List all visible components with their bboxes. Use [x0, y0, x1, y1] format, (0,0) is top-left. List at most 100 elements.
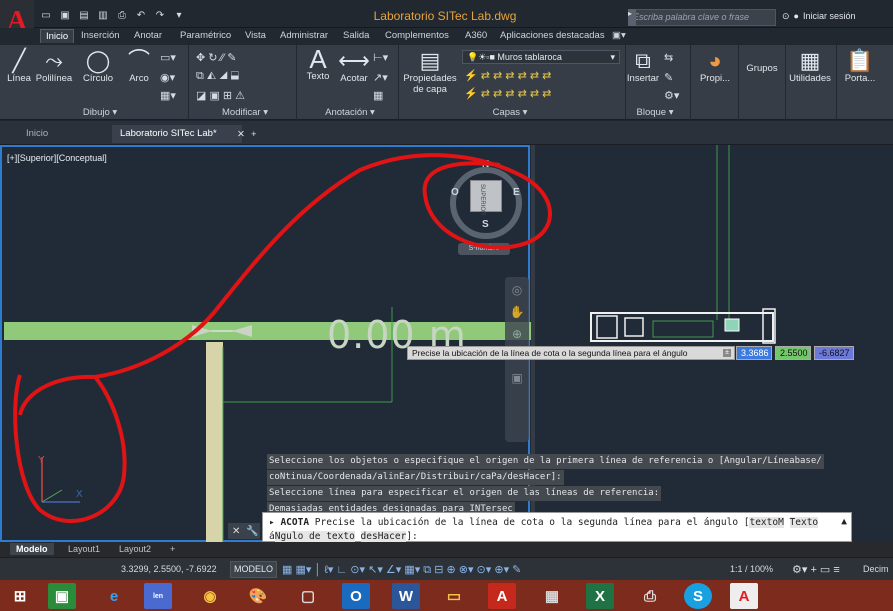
file-tab-laboratorio[interactable]: Laboratorio SITec Lab*	[112, 125, 242, 143]
table-icon[interactable]: ▦	[373, 89, 383, 102]
tab-layout1[interactable]: Layout1	[62, 543, 106, 555]
file-tab-inicio[interactable]: Inicio	[18, 125, 56, 143]
bloque-panel-label[interactable]: Bloque ▾	[620, 107, 690, 118]
tab-vista[interactable]: Vista	[245, 30, 266, 41]
search-arrow-icon[interactable]: ▸	[628, 9, 636, 26]
grid-icon[interactable]: ▦ ▦▾ │ ℓ▾ ∟ ⊙▾ ↖▾ ∠▾ ▦▾ ⧉ ⊟ ⊕ ⊗▾ ⊙▾ ⊕▾ ✎	[282, 563, 521, 577]
tab-a360[interactable]: A360	[465, 30, 487, 41]
autocad-icon[interactable]: A	[730, 583, 758, 609]
steeringwheel-icon[interactable]: ◎	[505, 283, 529, 297]
pan-icon[interactable]: ✋	[505, 305, 529, 319]
dyn-input-y[interactable]: 2.5500	[775, 346, 811, 360]
tab-aplicaciones[interactable]: Aplicaciones destacadas	[500, 30, 605, 41]
wcs-menu[interactable]: S-nombre	[458, 243, 510, 255]
linea-button[interactable]: ╱ Línea	[4, 49, 34, 85]
tab-complementos[interactable]: Complementos	[385, 30, 449, 41]
dyn-input-z[interactable]: -6.6827	[814, 346, 854, 360]
viewcube[interactable]: SUPERIOR	[470, 180, 502, 215]
wrench-icon[interactable]: 🔧	[246, 526, 258, 537]
store-icon[interactable]: ▣	[48, 583, 76, 609]
compass-o[interactable]: O	[451, 187, 459, 198]
showmotion-icon[interactable]: ▣	[505, 371, 529, 385]
search-input[interactable]: Escriba palabra clave o frase	[628, 9, 776, 26]
new-icon[interactable]: ▭	[38, 8, 54, 22]
utilidades-button[interactable]: ▦ Utilidades	[787, 49, 833, 85]
texto-button[interactable]: A Texto	[302, 46, 334, 82]
saveas-icon[interactable]: ▥	[95, 8, 111, 22]
open-icon[interactable]: ▣	[57, 8, 73, 22]
hatch-icon[interactable]: ◉▾	[160, 71, 175, 84]
option-angulo[interactable]: Ngulo de texto	[274, 531, 355, 542]
windows-start-icon[interactable]: ⊞	[6, 583, 34, 609]
command-line[interactable]: ▸ ACOTA Precise la ubicación de la línea…	[262, 512, 852, 542]
photos-icon[interactable]: ▢	[294, 583, 322, 609]
tab-anotar[interactable]: Anotar	[134, 30, 162, 41]
modificar-panel-label[interactable]: Modificar ▾	[205, 107, 285, 118]
tab-insercion[interactable]: Inserción	[81, 30, 120, 41]
capas-panel-label[interactable]: Capas ▾	[470, 107, 550, 118]
close-icon[interactable]: ✕	[232, 526, 240, 537]
acotar-button[interactable]: ⟷ Acotar	[336, 49, 372, 85]
undo-icon[interactable]: ↶	[133, 8, 149, 22]
layer-tools-icon[interactable]: ⚡ ⇄ ⇄ ⇄ ⇄ ⇄ ⇄	[464, 69, 551, 82]
tab-salida[interactable]: Salida	[343, 30, 369, 41]
tab-layout2[interactable]: Layout2	[113, 543, 157, 555]
insertar-button[interactable]: ⧉ Insertar	[625, 49, 661, 85]
compass-n[interactable]: N	[482, 159, 489, 170]
option-textom[interactable]: textoM	[749, 517, 784, 528]
option-texto[interactable]: Texto	[789, 517, 819, 528]
layer-tools2-icon[interactable]: ⚡ ⇄ ⇄ ⇄ ⇄ ⇄ ⇄	[464, 87, 551, 100]
tab-administrar[interactable]: Administrar	[280, 30, 328, 41]
block-edit-icon[interactable]: ✎	[664, 71, 673, 84]
file-explorer-icon[interactable]: ▭	[440, 583, 468, 609]
block-create-icon[interactable]: ⇆	[664, 51, 673, 64]
compass-e[interactable]: E	[513, 187, 520, 198]
copy-icon[interactable]: ⧉ ◭ ◢ ⬓	[196, 70, 239, 83]
acrobat-icon[interactable]: A	[488, 583, 516, 609]
viewport-label[interactable]: [+][Superior][Conceptual]	[7, 153, 107, 163]
polilinea-button[interactable]: ⤳ Polilínea	[34, 49, 74, 85]
arco-button[interactable]: ⌒ Arco	[122, 49, 156, 85]
chrome-icon[interactable]: ◉	[196, 583, 224, 609]
calculator-icon[interactable]: ▦	[538, 583, 566, 609]
signin-button[interactable]: ⊙ ● Iniciar sesión	[782, 11, 856, 22]
propiedades-capa-button[interactable]: ▤ Propiedades de capa	[402, 49, 458, 96]
save-icon[interactable]: ▤	[76, 8, 92, 22]
tooltip-expand-icon[interactable]: ±	[723, 349, 731, 357]
word-icon[interactable]: W	[392, 583, 420, 609]
tab-inicio[interactable]: Inicio	[40, 29, 75, 43]
leader-icon[interactable]: ⊢▾	[373, 51, 388, 64]
option-deshacer[interactable]: desHacer	[360, 531, 407, 542]
block-attr-icon[interactable]: ⚙▾	[664, 89, 679, 102]
stretch-icon[interactable]: ◪ ▣ ⊞ ⚠	[196, 89, 245, 102]
move-icon[interactable]: ✥ ↻ ⁄⁄ ✎	[196, 51, 237, 64]
region-icon[interactable]: ▦▾	[160, 89, 176, 102]
internet-explorer-icon[interactable]: e	[100, 583, 128, 609]
dropdown-icon[interactable]: ▾	[171, 8, 187, 22]
outlook-icon[interactable]: O	[342, 583, 370, 609]
lenovo-icon[interactable]: len	[144, 583, 172, 609]
excel-icon[interactable]: X	[586, 583, 614, 609]
settings-icon[interactable]: ⚙▾ + ▭ ≡	[792, 563, 840, 576]
model-button[interactable]: MODELO	[230, 561, 278, 578]
anotacion-panel-label[interactable]: Anotación ▾	[310, 107, 390, 118]
units-readout[interactable]: Decim	[863, 564, 889, 574]
tab-modelo[interactable]: Modelo	[10, 543, 54, 555]
circulo-button[interactable]: ◯ Círculo	[78, 49, 118, 85]
paint-icon[interactable]: 🎨	[244, 583, 272, 609]
cmd-dropdown-icon[interactable]: ▲	[841, 515, 847, 529]
annotation-scale[interactable]: 1:1 / 100%	[730, 564, 773, 574]
compass-s[interactable]: S	[482, 219, 489, 230]
propiedades-button[interactable]: ◕ Propi...	[695, 49, 735, 85]
add-layout-icon[interactable]: +	[164, 543, 181, 555]
leader2-icon[interactable]: ↗▾	[373, 71, 388, 84]
dyn-input-x[interactable]: 3.3686	[736, 346, 772, 360]
skype-icon[interactable]: S	[684, 583, 712, 609]
portapapeles-button[interactable]: 📋 Porta...	[838, 49, 882, 85]
redo-icon[interactable]: ↷	[152, 8, 168, 22]
tab-parametrico[interactable]: Paramétrico	[180, 30, 231, 41]
printer-icon[interactable]: ⎙	[636, 583, 664, 609]
dibujo-panel-label[interactable]: Dibujo ▾	[60, 107, 140, 118]
drawing-viewport[interactable]: 0.00 m Y X [+][Superior][Conceptual] SUP…	[0, 145, 893, 543]
layer-dropdown[interactable]: 💡☀▫■ Muros tablaroca ▾	[462, 50, 620, 64]
